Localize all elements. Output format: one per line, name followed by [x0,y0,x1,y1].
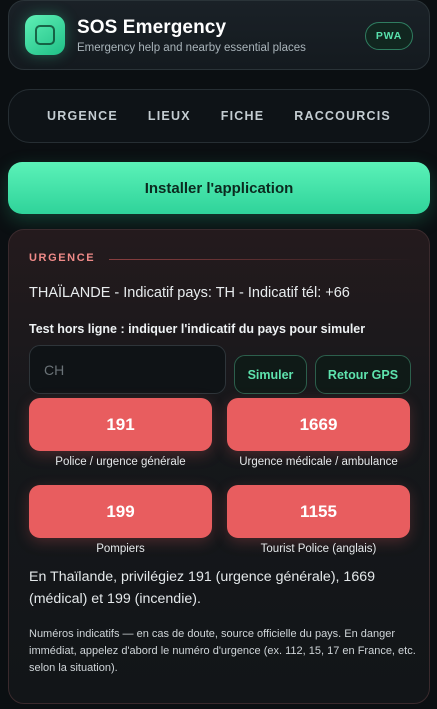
nav-item-fiche[interactable]: FICHE [206,109,280,123]
country-code-input[interactable] [29,345,226,394]
ambulance-caption: Urgence médicale / ambulance [239,456,398,468]
app-title: SOS Emergency [77,17,227,38]
tourist-police-caption: Tourist Police (anglais) [260,543,377,555]
app-logo-icon [25,15,65,55]
call-police-button[interactable]: 191 [29,398,212,451]
main-nav: URGENCE LIEUX FICHE RACCOURCIS [8,89,430,143]
call-tourist-police-button[interactable]: 1155 [227,485,410,538]
section-title: URGENCE [29,252,96,264]
install-app-button[interactable]: Installer l'application [8,162,430,214]
country-info: THAÏLANDE - Indicatif pays: TH - Indicat… [29,285,350,301]
firefighters-caption: Pompiers [96,543,145,555]
app-subtitle: Emergency help and nearby essential plac… [77,42,306,54]
police-caption: Police / urgence générale [55,456,186,468]
country-advice: En Thaïlande, privilégiez 191 (urgence g… [29,569,375,607]
nav-item-urgence[interactable]: URGENCE [32,109,133,123]
nav-item-lieux[interactable]: LIEUX [133,109,206,123]
offline-test-label: Test hors ligne : indiquer l'indicatif d… [29,322,366,336]
call-firefighters-button[interactable]: 199 [29,485,212,538]
section-divider [109,259,415,260]
disclaimer-note: Numéros indicatifs — en cas de doute, so… [29,628,416,674]
emergency-card: URGENCE THAÏLANDE - Indicatif pays: TH -… [8,229,430,704]
pwa-badge: PWA [365,22,413,50]
call-ambulance-button[interactable]: 1669 [227,398,410,451]
nav-item-raccourcis[interactable]: RACCOURCIS [279,109,406,123]
simulate-button[interactable]: Simuler [234,355,307,394]
gps-return-button[interactable]: Retour GPS [315,355,411,394]
app-header: SOS Emergency Emergency help and nearby … [8,0,430,70]
